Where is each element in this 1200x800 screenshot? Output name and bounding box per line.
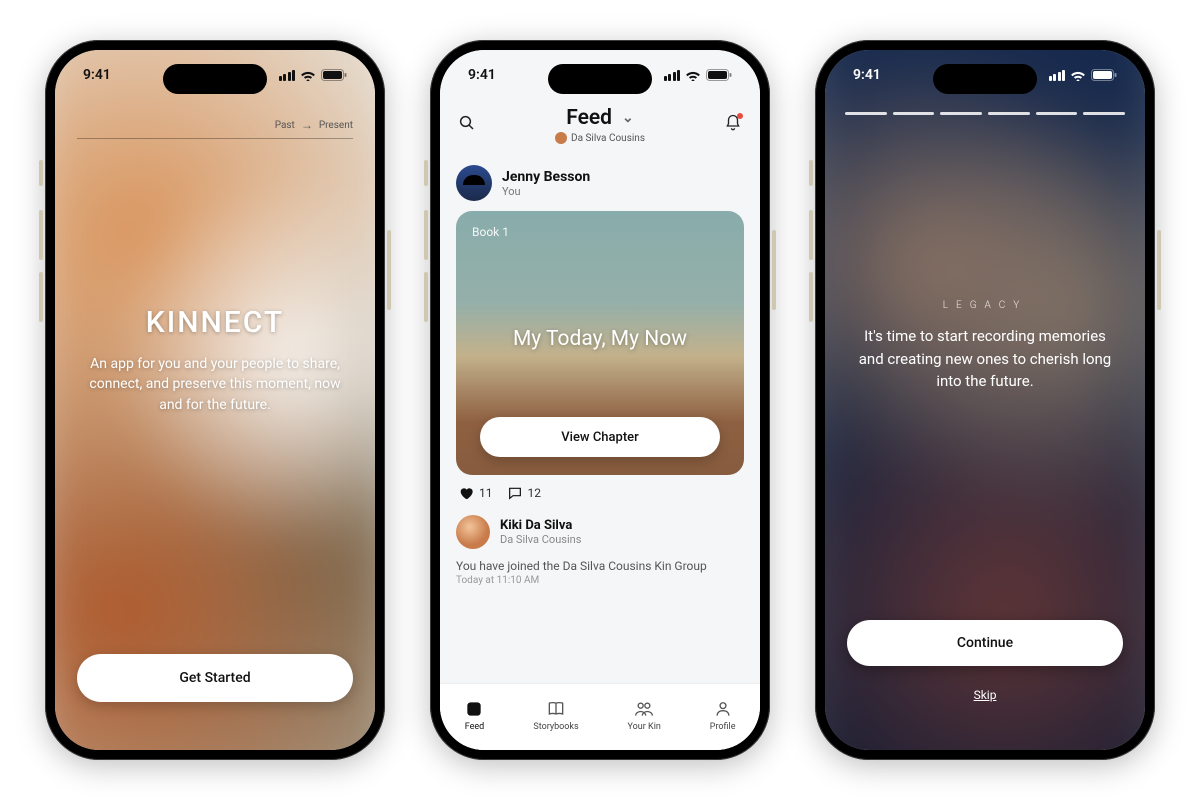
phone-frame-welcome: 9:41 Past → Present KINNECT An [45,40,385,760]
post-author-relation: You [502,185,590,198]
tab-bar: Feed Storybooks Your Kin Profile [440,683,760,750]
post-author-row[interactable]: Kiki Da Silva Da Silva Cousins [456,515,744,549]
like-button[interactable]: 11 [458,485,493,501]
system-message: You have joined the Da Silva Cousins Kin… [456,559,744,573]
post-author-name: Kiki Da Silva [500,518,581,533]
continue-button[interactable]: Continue [847,620,1123,666]
onboarding-progress [845,112,1125,115]
card-book-badge: Book 1 [472,225,509,239]
search-icon[interactable] [458,114,476,136]
past-label: Past [275,120,295,131]
post-timestamp: Today at 11:10 AM [456,575,744,586]
avatar [456,515,490,549]
chevron-down-icon: ⌄ [622,110,634,126]
phone-frame-feed: 9:41 Feed ⌄ [430,40,770,760]
tab-feed[interactable]: Feed [464,699,484,732]
phone-frame-legacy: 9:41 LEGACY It's time to start recording… [815,40,1155,760]
storybook-card[interactable]: Book 1 My Today, My Now View Chapter [456,211,744,475]
post-author-row[interactable]: Jenny Besson You [456,165,744,201]
avatar [456,165,492,201]
tab-your-kin[interactable]: Your Kin [628,699,661,732]
dynamic-island [548,64,652,94]
tab-storybooks[interactable]: Storybooks [533,699,578,732]
app-tagline: An app for you and your people to share,… [85,354,345,415]
cellular-icon [664,69,681,81]
view-chapter-button[interactable]: View Chapter [480,417,720,457]
timeline-label-row: Past → Present [77,118,353,139]
cellular-icon [1049,69,1066,81]
battery-icon [1091,69,1117,81]
status-time: 9:41 [83,67,111,83]
arrow-right-icon: → [301,118,313,132]
present-label: Present [319,120,353,131]
comment-button[interactable]: 12 [507,485,542,501]
post-author-group: Da Silva Cousins [500,533,581,546]
card-chapter-title: My Today, My Now [456,327,744,351]
wifi-icon [685,69,701,81]
feed-subtitle: Da Silva Cousins [476,132,724,144]
get-started-button[interactable]: Get Started [77,654,353,702]
dynamic-island [933,64,1037,94]
battery-icon [706,69,732,81]
skip-link[interactable]: Skip [825,688,1145,702]
status-time: 9:41 [468,67,496,83]
wifi-icon [300,69,316,81]
app-title: KINNECT [85,305,345,340]
group-avatar-icon [555,132,567,144]
status-time: 9:41 [853,67,881,83]
tab-profile[interactable]: Profile [710,699,736,732]
legacy-description: It's time to start recording memories an… [853,325,1117,393]
feed-title-dropdown[interactable]: Feed ⌄ [566,106,634,130]
legacy-eyebrow: LEGACY [853,300,1117,311]
like-count: 11 [479,486,493,500]
notifications-icon[interactable] [724,114,742,136]
app-store-triptych: 9:41 Past → Present KINNECT An [0,0,1200,800]
notification-badge [737,113,743,119]
dynamic-island [163,64,267,94]
post-author-name: Jenny Besson [502,169,590,185]
battery-icon [321,69,347,81]
cellular-icon [279,69,296,81]
comment-count: 12 [528,486,542,500]
wifi-icon [1070,69,1086,81]
